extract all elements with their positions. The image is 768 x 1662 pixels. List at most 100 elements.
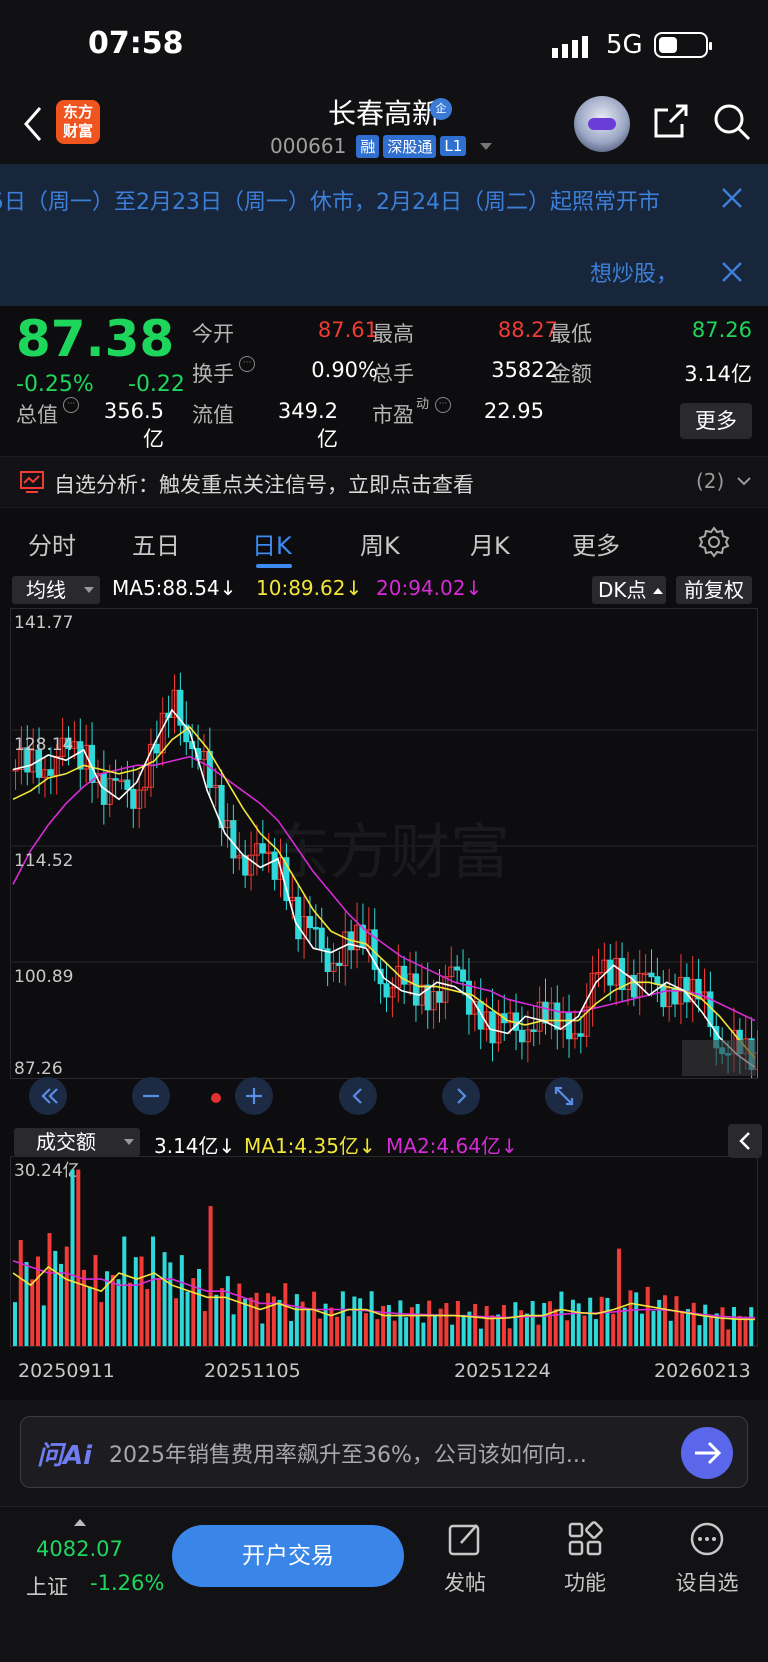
trade-button[interactable]: 开户交易	[172, 1525, 404, 1587]
network-label: 5G	[606, 30, 643, 60]
ai-question-bar[interactable]: 问Ai 2025年销售费用率飙升至36%，公司该如何向...	[20, 1416, 748, 1488]
tab-monthly-k[interactable]: 月K	[470, 526, 510, 561]
nav-functions[interactable]: 功能	[540, 1521, 630, 1597]
volume-bar	[82, 1269, 87, 1346]
collapse-button[interactable]	[728, 1124, 762, 1158]
share-icon[interactable]	[652, 102, 690, 140]
nav-post-label: 发帖	[444, 1571, 486, 1595]
tab-more[interactable]: 更多	[572, 526, 620, 561]
volume-bar	[605, 1297, 610, 1346]
tag-connect: 深股通	[383, 134, 437, 158]
volume-bar	[616, 1248, 621, 1346]
robot-avatar-icon[interactable]	[574, 96, 630, 152]
adjust-button[interactable]: 前复权	[676, 576, 752, 604]
volume-bar	[70, 1169, 75, 1346]
dk-select[interactable]: DK点	[592, 576, 666, 604]
zoom-in-icon[interactable]	[235, 1077, 273, 1115]
stock-code-row[interactable]: 000661 融 深股通 L1	[270, 134, 493, 158]
ma5-line	[12, 708, 756, 1069]
volume-indicator-label: 成交额	[36, 1130, 96, 1154]
indicator-select[interactable]: 均线	[12, 576, 100, 604]
fullscreen-icon[interactable]	[545, 1077, 583, 1115]
tab-weekly-k[interactable]: 周K	[360, 526, 400, 561]
volume-bar	[335, 1316, 340, 1346]
volume-bar	[363, 1313, 368, 1346]
index-value[interactable]: 4082.07	[36, 1537, 123, 1561]
volume-bar	[639, 1313, 644, 1346]
tab-five-day[interactable]: 五日	[132, 526, 180, 561]
index-name[interactable]: 上证	[26, 1571, 68, 1601]
candle-body	[271, 851, 278, 880]
nav-post[interactable]: 发帖	[420, 1521, 510, 1597]
close-icon[interactable]	[718, 184, 746, 212]
search-icon[interactable]	[712, 102, 752, 142]
volume-max-label: 30.24亿	[14, 1161, 80, 1181]
volume-bar	[294, 1294, 299, 1346]
volume-bar	[582, 1315, 587, 1346]
info-icon[interactable]: ···	[435, 397, 451, 413]
volume-bar	[501, 1305, 506, 1346]
volume-bar	[565, 1320, 570, 1346]
volume-bar	[421, 1322, 426, 1346]
volume-bar	[202, 1311, 207, 1346]
volume-bar	[674, 1296, 679, 1346]
chevron-down-icon	[84, 587, 94, 593]
chevron-down-icon[interactable]	[736, 473, 752, 489]
header: 东方财富 长春高新 企 000661 融 深股通 L1	[0, 90, 768, 164]
volume-bar	[438, 1308, 443, 1346]
holiday-notice[interactable]: 5日（周一）至2月23日（周一）休市，2月24日（周二）起照常开市	[0, 184, 690, 220]
volume-bar	[622, 1307, 627, 1346]
volume-bar	[588, 1297, 593, 1346]
candle-body	[295, 896, 302, 940]
ai-logo: 问Ai	[37, 1441, 93, 1471]
zoom-out-icon[interactable]	[132, 1077, 170, 1115]
volume-legend-row: 成交额 3.14亿↓ MA1:4.35亿↓ MA2:4.64亿↓	[0, 1124, 768, 1158]
volume-bar	[151, 1236, 156, 1346]
quote-label: 总手	[372, 362, 414, 386]
volume-bar	[703, 1304, 708, 1346]
ma-legend-row: 均线 MA5:88.54↓ 10:89.62↓ 20:94.02↓ DK点 前复…	[0, 574, 768, 608]
ma20-legend: 20:94.02↓	[376, 576, 483, 600]
ai-question[interactable]: 2025年销售费用率飙升至36%，公司该如何向...	[109, 1437, 669, 1469]
index-change[interactable]: -1.26%	[90, 1571, 164, 1595]
volume-bar	[542, 1302, 547, 1346]
kline-chart[interactable]: 东方财富 141.77 128.14 114.52 100.89 87.26	[10, 608, 758, 1124]
promo-notice[interactable]: 想炒股，	[590, 256, 678, 288]
volume-bar	[731, 1306, 736, 1346]
tab-daily-k[interactable]: 日K	[252, 526, 292, 561]
chevron-down-icon	[124, 1139, 134, 1145]
volume-bar	[726, 1329, 731, 1346]
candle-body	[530, 1029, 537, 1032]
gear-icon[interactable]	[698, 526, 730, 558]
quote-label: 流值	[192, 403, 234, 427]
volume-chart[interactable]: 30.24亿	[10, 1156, 758, 1356]
volume-bar	[197, 1269, 202, 1346]
signal-text: 自选分析：触发重点关注信号，立即点击查看	[54, 473, 474, 497]
bottom-nav: 4082.07 上证 -1.26% 开户交易 发帖 功能 设自选	[0, 1506, 768, 1662]
ai-send-button[interactable]	[681, 1427, 733, 1479]
quote-value: 87.61	[317, 318, 378, 342]
volume-indicator-select[interactable]: 成交额	[14, 1128, 140, 1156]
last-price: 87.38	[16, 310, 175, 368]
volume-bar	[24, 1261, 29, 1346]
signal-icon	[552, 36, 588, 58]
chevron-down-icon[interactable]	[480, 142, 493, 150]
volume-bar	[53, 1250, 58, 1346]
info-icon[interactable]: ···	[239, 356, 255, 372]
signal-banner[interactable]: 自选分析：触发重点关注信号，立即点击查看 (2)	[0, 456, 768, 508]
fast-backward-icon[interactable]	[29, 1077, 67, 1115]
volume-bar	[266, 1293, 271, 1346]
battery-icon	[654, 32, 712, 58]
volume-bar	[513, 1302, 518, 1346]
nav-watchlist[interactable]: 设自选	[662, 1521, 752, 1597]
more-button[interactable]: 更多	[680, 403, 752, 439]
tab-intraday[interactable]: 分时	[28, 526, 76, 561]
volume-bar	[524, 1313, 529, 1346]
volume-bar	[133, 1257, 138, 1346]
chevron-right-icon[interactable]	[442, 1077, 480, 1115]
close-icon[interactable]	[718, 258, 746, 286]
info-icon[interactable]: ···	[63, 397, 79, 413]
quote-panel: 87.38 -0.25% -0.22 今开 87.61 最高 88.27 最低 87.26…	[0, 306, 768, 454]
chevron-left-icon[interactable]	[339, 1077, 377, 1115]
candle-body	[77, 741, 84, 770]
